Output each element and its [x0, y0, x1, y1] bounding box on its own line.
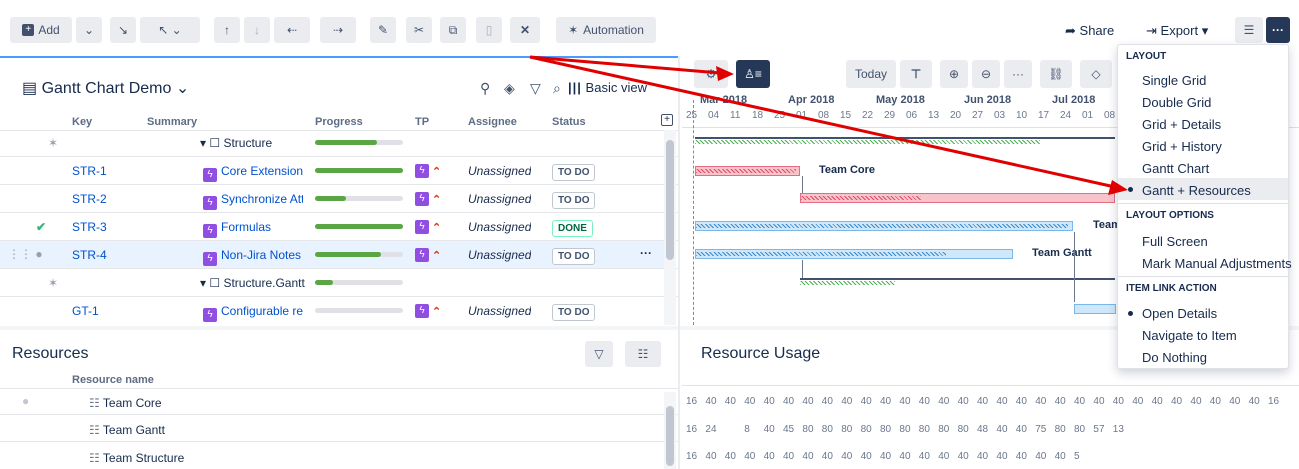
arrowhead-icon [716, 66, 734, 81]
arrowhead-icon [1108, 180, 1128, 195]
annotation-arrow [529, 55, 1116, 189]
annotation-arrow [529, 55, 721, 75]
annotation-arrows [529, 55, 1128, 195]
